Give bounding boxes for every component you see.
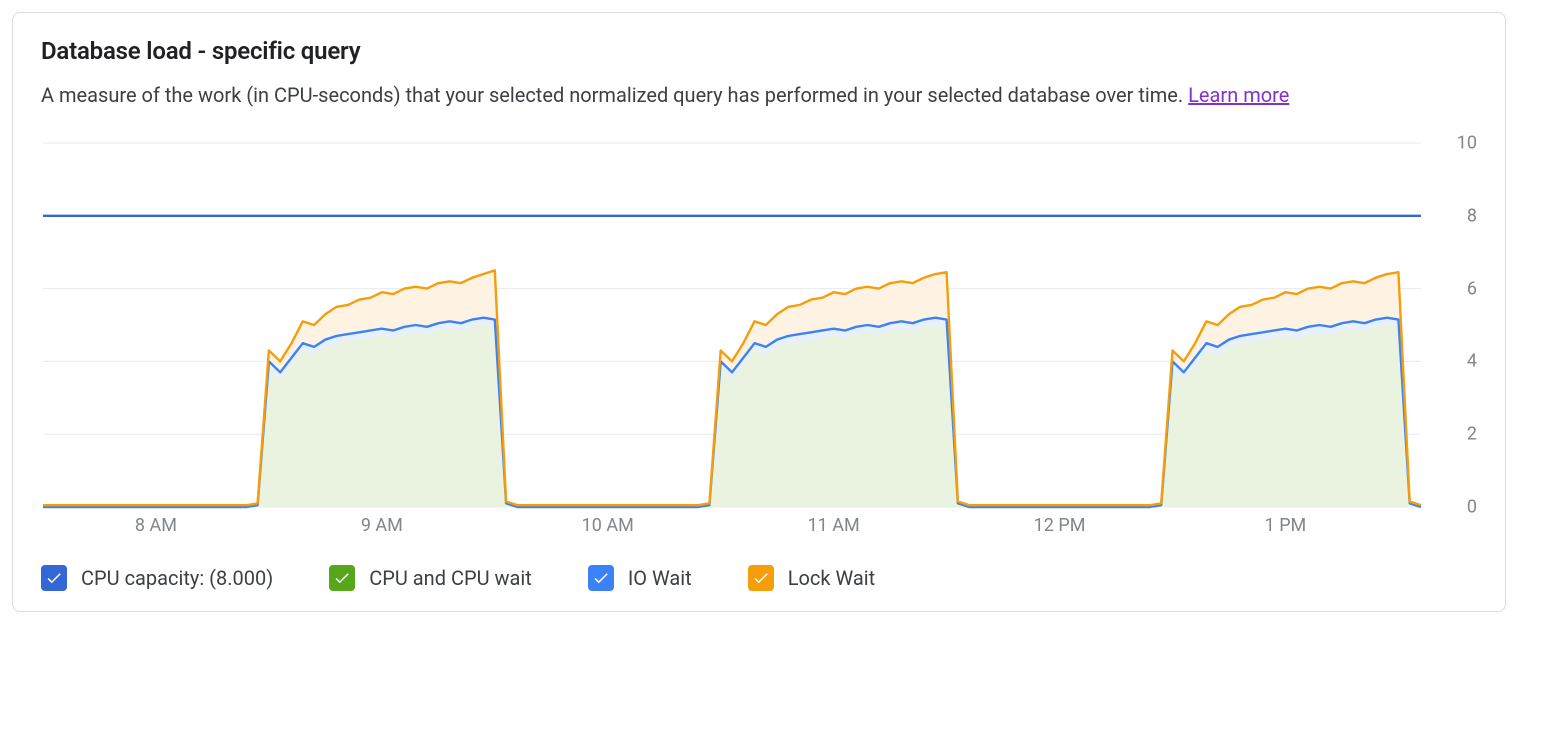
chart-title: Database load - specific query — [41, 37, 1477, 65]
chart-subtitle: A measure of the work (in CPU-seconds) t… — [41, 79, 1477, 111]
checkbox-icon — [41, 565, 67, 591]
legend: CPU capacity: (8.000) CPU and CPU wait I… — [41, 565, 1477, 591]
legend-item-cpu-capacity[interactable]: CPU capacity: (8.000) — [41, 565, 273, 591]
legend-label: IO Wait — [628, 566, 692, 590]
subtitle-text: A measure of the work (in CPU-seconds) t… — [41, 83, 1188, 107]
legend-item-lock-wait[interactable]: Lock Wait — [748, 565, 875, 591]
chart-area: 0246810 8 AM9 AM10 AM11 AM12 PM1 PM — [41, 139, 1477, 539]
legend-label: CPU and CPU wait — [369, 566, 532, 590]
checkbox-icon — [588, 565, 614, 591]
legend-item-io-wait[interactable]: IO Wait — [588, 565, 692, 591]
chart-svg — [41, 139, 1479, 511]
y-axis-labels: 0246810 — [1431, 139, 1477, 511]
x-axis-labels: 8 AM9 AM10 AM11 AM12 PM1 PM — [41, 515, 1477, 543]
legend-item-cpu-wait[interactable]: CPU and CPU wait — [329, 565, 532, 591]
checkbox-icon — [329, 565, 355, 591]
chart-card: Database load - specific query A measure… — [12, 12, 1506, 612]
legend-label: Lock Wait — [788, 566, 875, 590]
legend-label: CPU capacity: (8.000) — [81, 566, 273, 590]
checkbox-icon — [748, 565, 774, 591]
learn-more-link[interactable]: Learn more — [1188, 83, 1289, 107]
